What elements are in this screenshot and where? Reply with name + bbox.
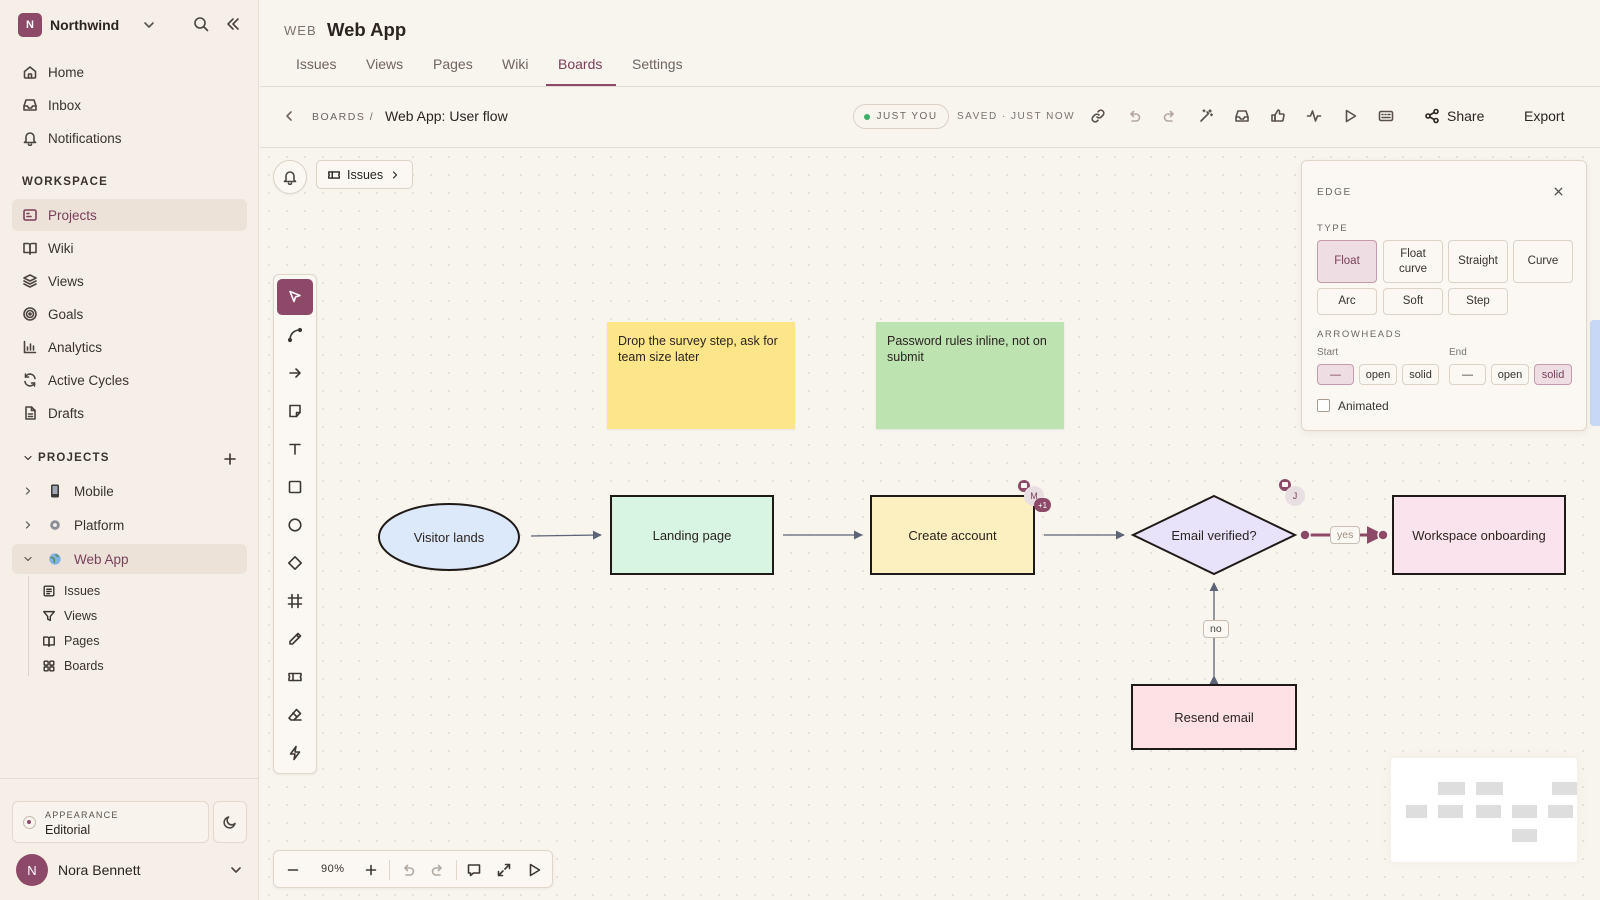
- type-label: TYPE: [1317, 223, 1349, 234]
- edge-handle-end[interactable]: [1377, 529, 1389, 541]
- comment-icon[interactable]: [466, 862, 482, 878]
- close-icon[interactable]: [1552, 185, 1565, 198]
- edge-visitor-landing[interactable]: [530, 530, 602, 540]
- undo-icon[interactable]: [400, 862, 416, 878]
- minimap[interactable]: [1391, 758, 1577, 862]
- edge-type-straight[interactable]: Straight: [1448, 240, 1508, 283]
- zoom-in-icon[interactable]: [363, 862, 379, 878]
- node-landing-page[interactable]: Landing page: [610, 495, 774, 575]
- minimap-node: [1512, 829, 1537, 842]
- edge-type-float-curve[interactable]: Float curve: [1383, 240, 1443, 283]
- edge-type-curve[interactable]: Curve: [1513, 240, 1573, 283]
- zoom-controls: 90%: [273, 850, 553, 888]
- zoom-level[interactable]: 90%: [321, 863, 345, 875]
- zoom-out-icon[interactable]: [285, 862, 301, 878]
- node-visitor-lands[interactable]: Visitor lands: [379, 504, 519, 570]
- minimap-node: [1438, 805, 1463, 818]
- node-email-verified[interactable]: Email verified?: [1133, 496, 1295, 574]
- minimap-node: [1512, 805, 1537, 818]
- edge-label-yes[interactable]: yes: [1330, 526, 1361, 544]
- edge-type-arc[interactable]: Arc: [1317, 288, 1377, 315]
- divider: [456, 860, 457, 880]
- end-arrow-open[interactable]: open: [1491, 364, 1529, 385]
- start-arrow-none[interactable]: —: [1317, 364, 1354, 385]
- panel-title: EDGE: [1317, 187, 1352, 198]
- minimap-node: [1552, 782, 1577, 795]
- arrowheads-label: ARROWHEADS: [1317, 329, 1403, 340]
- connectors-layer: [378, 494, 1389, 685]
- node-create-account[interactable]: Create account: [870, 495, 1035, 575]
- animated-checkbox[interactable]: [1317, 399, 1330, 412]
- offscreen-node-sliver: [1590, 320, 1600, 426]
- start-arrow-solid[interactable]: solid: [1402, 364, 1439, 385]
- edge-properties-panel: EDGE TYPE Float Float curve Straight Cur…: [1301, 160, 1587, 431]
- minimap-node: [1548, 805, 1573, 818]
- start-label: Start: [1317, 347, 1339, 358]
- collaborator-avatar: J: [1285, 486, 1305, 506]
- redo-icon[interactable]: [430, 862, 446, 878]
- edge-label-no[interactable]: no: [1203, 620, 1229, 638]
- minimap-node: [1406, 805, 1427, 818]
- divider: [389, 860, 390, 880]
- node-workspace-onboarding[interactable]: Workspace onboarding: [1392, 495, 1566, 575]
- end-arrow-solid[interactable]: solid: [1534, 364, 1572, 385]
- start-arrow-open[interactable]: open: [1359, 364, 1397, 385]
- present-icon[interactable]: [526, 862, 542, 878]
- edge-type-step[interactable]: Step: [1448, 288, 1508, 315]
- minimap-node: [1476, 805, 1501, 818]
- animated-label: Animated: [1338, 399, 1389, 413]
- edge-type-soft[interactable]: Soft: [1383, 288, 1443, 315]
- end-arrow-none[interactable]: —: [1449, 364, 1486, 385]
- edge-handle-start[interactable]: [1299, 529, 1311, 541]
- end-label: End: [1449, 347, 1467, 358]
- node-resend-email[interactable]: Resend email: [1131, 684, 1297, 750]
- minimap-node: [1438, 782, 1465, 795]
- edge-type-float[interactable]: Float: [1317, 240, 1377, 283]
- fullscreen-icon[interactable]: [496, 862, 512, 878]
- more-collaborators-badge: +1: [1034, 498, 1052, 512]
- minimap-node: [1476, 782, 1503, 795]
